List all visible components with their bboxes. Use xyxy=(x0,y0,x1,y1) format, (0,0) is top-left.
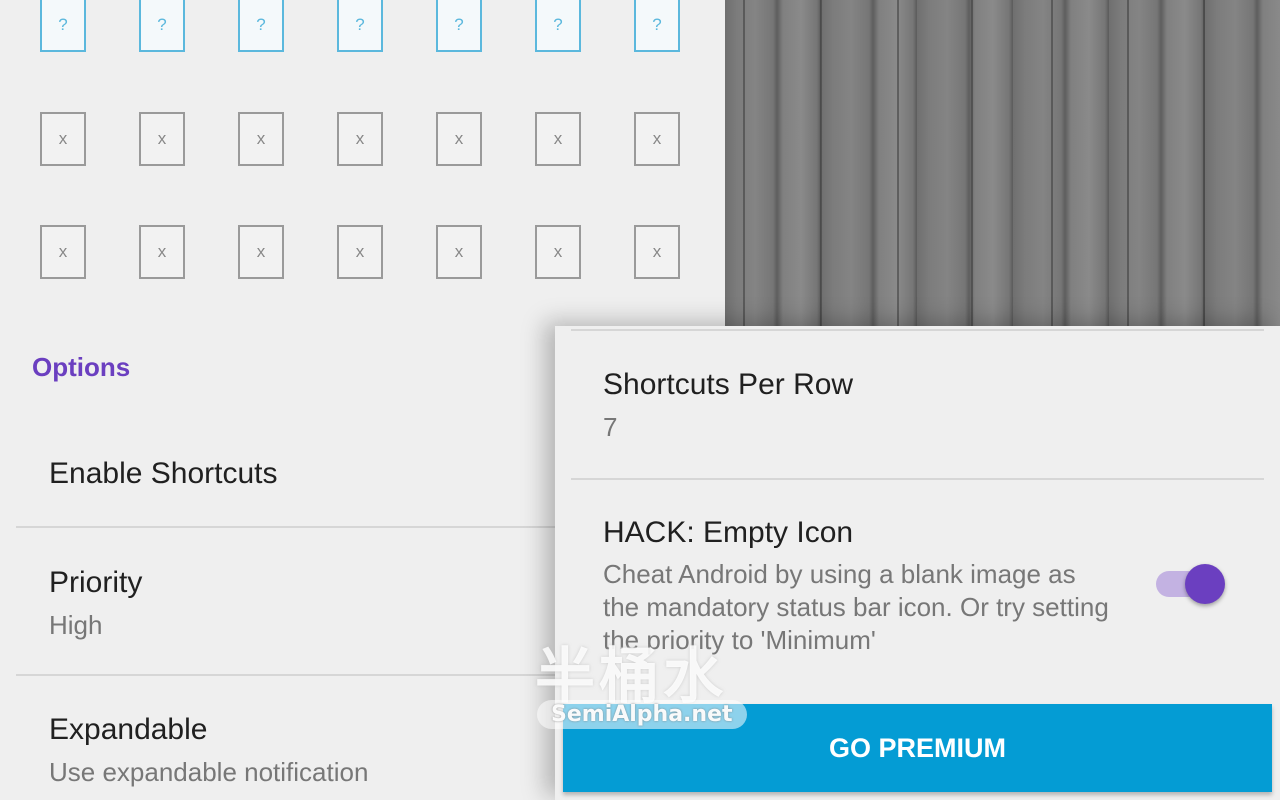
pref-title: Expandable xyxy=(49,713,208,746)
shortcut-slot-empty[interactable]: x xyxy=(436,112,482,166)
shortcut-slot-empty[interactable]: x xyxy=(535,112,581,166)
watermark-url: SemiAlpha.net xyxy=(537,700,747,729)
divider xyxy=(571,329,1264,331)
shortcut-row: ? ? ? ? ? ? ? xyxy=(40,0,700,56)
shortcut-slot-empty[interactable]: x xyxy=(139,112,185,166)
shortcut-slot-empty[interactable]: x xyxy=(535,225,581,279)
wood-background-image xyxy=(725,0,1280,326)
pref-summary: High xyxy=(49,610,103,640)
pref-title: HACK: Empty Icon xyxy=(603,516,854,549)
shortcut-slot-empty[interactable]: x xyxy=(40,112,86,166)
pref-title: Enable Shortcuts xyxy=(49,457,278,490)
shortcut-slot-unknown[interactable]: ? xyxy=(40,0,86,52)
shortcut-slot-empty[interactable]: x xyxy=(40,225,86,279)
pref-summary: Use expandable notification xyxy=(49,757,369,787)
toggle-switch-thumb[interactable] xyxy=(1185,564,1225,604)
shortcut-slot-unknown[interactable]: ? xyxy=(238,0,284,52)
shortcut-slot-unknown[interactable]: ? xyxy=(535,0,581,52)
shortcut-slot-empty[interactable]: x xyxy=(634,112,680,166)
shortcut-row: x x x x x x x xyxy=(40,225,700,281)
pref-title: Shortcuts Per Row xyxy=(603,368,854,401)
options-section-header: Options xyxy=(32,352,131,382)
shortcut-slot-empty[interactable]: x xyxy=(337,112,383,166)
shortcut-slot-empty[interactable]: x xyxy=(634,225,680,279)
pref-value: 7 xyxy=(603,412,618,442)
shortcut-slot-empty[interactable]: x xyxy=(337,225,383,279)
shortcut-slot-empty[interactable]: x xyxy=(238,225,284,279)
shortcut-slot-empty[interactable]: x xyxy=(139,225,185,279)
shortcut-slot-unknown[interactable]: ? xyxy=(436,0,482,52)
shortcut-row: x x x x x x x xyxy=(40,112,700,168)
pref-shortcuts-per-row[interactable]: Shortcuts Per Row 7 xyxy=(555,332,1280,478)
shortcut-slot-unknown[interactable]: ? xyxy=(337,0,383,52)
pref-title: Priority xyxy=(49,566,143,599)
shortcut-slot-unknown[interactable]: ? xyxy=(139,0,185,52)
shortcut-slot-empty[interactable]: x xyxy=(436,225,482,279)
shortcut-slot-unknown[interactable]: ? xyxy=(634,0,680,52)
shortcut-slot-empty[interactable]: x xyxy=(238,112,284,166)
